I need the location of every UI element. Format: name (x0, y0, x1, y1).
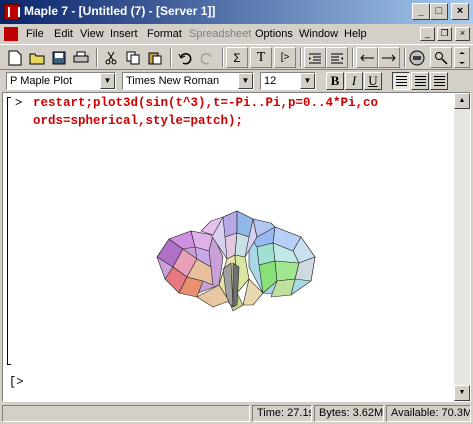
font-select[interactable]: Times New Roman ▼ (122, 72, 254, 90)
maple-app-icon[interactable] (4, 4, 20, 20)
style-select[interactable]: P Maple Plot ▼ (6, 72, 116, 90)
empty-input-prompt[interactable]: [> (9, 375, 23, 389)
close-button[interactable]: × (451, 3, 469, 20)
arrow-left-icon (360, 54, 374, 61)
align-left-button[interactable] (392, 72, 410, 90)
open-folder-icon (29, 53, 45, 64)
chevron-down-icon[interactable]: ▼ (300, 73, 315, 89)
status-bar: Time: 27.1s Bytes: 3.62M Available: 70.3… (0, 403, 473, 424)
print-button[interactable] (70, 47, 92, 68)
toolbar-separator (222, 48, 224, 67)
doc-minimize-button[interactable]: _ (420, 27, 435, 41)
bold-button[interactable]: B (326, 72, 344, 90)
menu-format[interactable]: Format (147, 28, 182, 40)
document-icon[interactable] (4, 27, 18, 41)
scissors-icon (105, 51, 117, 64)
zoom-button[interactable] (430, 47, 452, 68)
italic-button[interactable]: I (345, 72, 363, 90)
insert-math-button[interactable]: Σ (226, 47, 248, 68)
insert-prompt-button[interactable]: [> (274, 47, 296, 68)
menu-window[interactable]: Window (299, 28, 338, 40)
input-prompt: > (15, 96, 23, 110)
align-right-button[interactable] (430, 72, 448, 90)
menu-options[interactable]: Options (255, 28, 293, 40)
redo-icon (200, 52, 212, 64)
chevron-down-icon[interactable]: ▼ (238, 73, 253, 89)
status-message (2, 405, 250, 422)
new-file-button[interactable] (4, 47, 26, 68)
outdent-button[interactable] (304, 47, 326, 68)
doc-close-button[interactable]: × (455, 27, 470, 41)
menu-view[interactable]: View (80, 28, 104, 40)
printer-icon (73, 51, 89, 62)
style-select-value: P Maple Plot (10, 75, 73, 87)
paste-icon (148, 52, 162, 64)
status-bytes: Bytes: 3.62M (314, 405, 384, 422)
vertical-scrollbar[interactable]: ▲ ▼ (454, 93, 470, 401)
size-select[interactable]: 12 ▼ (260, 72, 316, 90)
menu-file[interactable]: File (26, 28, 44, 40)
copy-icon (126, 51, 140, 64)
execution-group-bracket[interactable] (7, 97, 11, 365)
align-center-icon (415, 76, 426, 86)
plot3d-output[interactable] (153, 197, 319, 317)
command-input-line-1[interactable]: restart;plot3d(sin(t^3),t=-Pi..Pi,p=0..4… (33, 96, 378, 110)
menu-bar: File Edit View Insert Format Spreadsheet… (0, 24, 473, 44)
chevron-down-icon (459, 51, 465, 64)
scroll-down-button[interactable]: ▼ (454, 385, 470, 401)
open-file-button[interactable] (26, 47, 48, 68)
indent-icon (331, 53, 343, 63)
undo-button[interactable] (174, 47, 196, 68)
size-select-value: 12 (264, 75, 277, 87)
undo-icon (178, 52, 192, 64)
save-button[interactable] (48, 47, 70, 68)
main-toolbar: Σ T [> (0, 44, 473, 70)
redo-button (196, 47, 218, 68)
align-right-icon (434, 76, 445, 86)
outdent-icon (309, 53, 321, 63)
command-input-line-2[interactable]: ords=spherical,style=patch); (33, 114, 243, 128)
plot-patch (222, 210, 238, 238)
new-file-icon (8, 50, 22, 65)
menu-spreadsheet: Spreadsheet (189, 28, 252, 40)
forward-button[interactable] (378, 47, 400, 68)
toolbar-separator (300, 48, 302, 67)
status-time: Time: 27.1s (252, 405, 312, 422)
save-icon (52, 51, 66, 64)
align-center-button[interactable] (411, 72, 429, 90)
align-left-icon (396, 76, 407, 86)
underline-button[interactable]: U (364, 72, 382, 90)
maximize-button[interactable]: □ (430, 3, 448, 20)
stop-button[interactable] (406, 47, 428, 68)
menu-edit[interactable]: Edit (54, 28, 73, 40)
font-select-value: Times New Roman (126, 75, 220, 87)
chevron-down-icon[interactable]: ▼ (100, 73, 115, 89)
minimize-button[interactable]: _ (412, 3, 430, 20)
menu-help[interactable]: Help (344, 28, 367, 40)
indent-button[interactable] (326, 47, 348, 68)
toolbar-separator (352, 48, 354, 67)
plot-patch (274, 260, 300, 282)
window-title: Maple 7 - [Untitled (7) - [Server 1]] (24, 4, 216, 18)
format-bar: P Maple Plot ▼ Times New Roman ▼ 12 ▼ B … (0, 70, 473, 92)
arrow-right-icon (382, 54, 396, 61)
worksheet[interactable]: > restart;plot3d(sin(t^3),t=-Pi..Pi,p=0.… (2, 92, 471, 402)
toolbar-separator (170, 48, 172, 67)
toolbar-scroll-button[interactable] (454, 47, 470, 68)
stop-icon (409, 50, 425, 65)
magnifier-icon (435, 51, 448, 65)
status-available: Available: 70.3M (386, 405, 471, 422)
paste-button[interactable] (144, 47, 166, 68)
toolbar-separator (96, 48, 98, 67)
back-button[interactable] (356, 47, 378, 68)
menu-insert[interactable]: Insert (110, 28, 138, 40)
cut-button[interactable] (100, 47, 122, 68)
insert-text-button[interactable]: T (250, 47, 272, 68)
title-bar: Maple 7 - [Untitled (7) - [Server 1]] _ … (0, 0, 473, 24)
copy-button[interactable] (122, 47, 144, 68)
scroll-up-button[interactable]: ▲ (454, 93, 470, 109)
doc-restore-button[interactable]: ❐ (437, 27, 452, 41)
